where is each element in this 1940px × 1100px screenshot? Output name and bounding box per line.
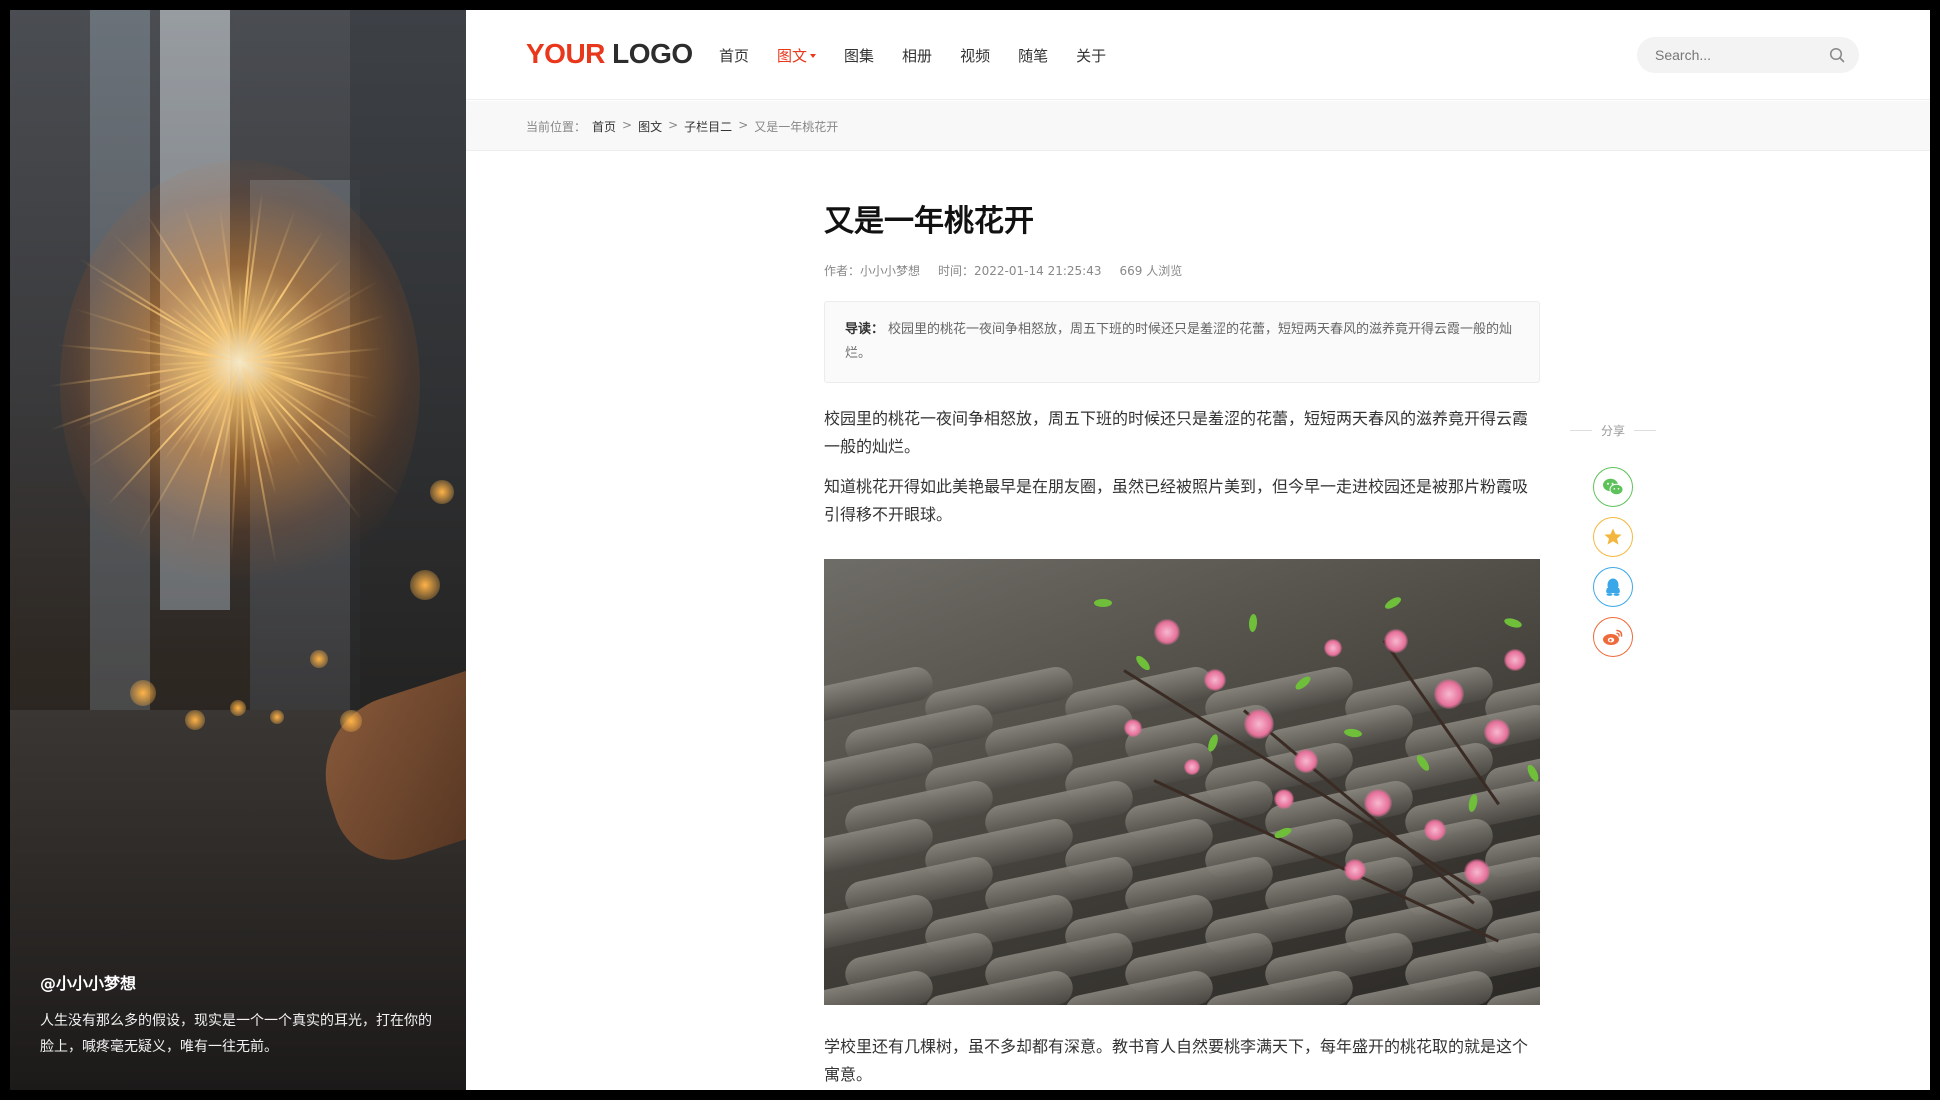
article-paragraph: 知道桃花开得如此美艳最早是在朋友圈，虽然已经被照片美到，但今早一走进校园还是被那… — [824, 477, 1529, 524]
share-weibo-button[interactable] — [1593, 617, 1633, 657]
nav-item-about[interactable]: 关于 — [1076, 45, 1106, 66]
peach-blossom — [1484, 719, 1510, 745]
article-paragraph: 校园里的桃花一夜间争相怒放，周五下班的时候还只是羞涩的花蕾，短短两天春风的滋养竟… — [824, 409, 1529, 456]
bokeh-light — [230, 700, 246, 716]
search-box — [1637, 37, 1859, 73]
breadcrumb-separator: > — [738, 118, 749, 132]
bokeh-light — [430, 480, 454, 504]
main-nav: 首页 图文 图集 相册 视频 随笔 关于 — [719, 45, 1134, 66]
search-icon[interactable] — [1829, 47, 1845, 63]
breadcrumb-item-subcategory[interactable]: 子栏目二 — [684, 118, 732, 135]
star-icon — [1604, 528, 1622, 545]
caret-down-icon — [810, 53, 817, 58]
bokeh-light — [130, 680, 156, 706]
nav-item-articles-label: 图文 — [777, 47, 808, 65]
wechat-icon — [1603, 478, 1624, 496]
leaf — [1503, 616, 1523, 630]
nav-item-gallery[interactable]: 图集 — [844, 45, 874, 66]
breadcrumb-prefix: 当前位置： — [526, 120, 587, 134]
article: 又是一年桃花开 作者：小小小梦想 时间：2022-01-14 21:25:43 … — [824, 151, 1540, 1089]
nav-item-articles[interactable]: 图文 — [777, 45, 817, 66]
breadcrumb-bar: 当前位置： 首页 > 图文 > 子栏目二 > 又是一年桃花开 — [466, 101, 1930, 151]
article-meta: 作者：小小小梦想 时间：2022-01-14 21:25:43 669 人浏览 — [824, 262, 1540, 279]
share-qq-button[interactable] — [1593, 567, 1633, 607]
peach-blossom — [1324, 639, 1342, 657]
article-lead: 导读： 校园里的桃花一夜间争相怒放，周五下班的时候还只是羞涩的花蕾，短短两天春风的… — [824, 301, 1540, 383]
hero-author: @小小小梦想 — [40, 974, 137, 993]
peach-blossom — [1364, 789, 1392, 817]
leaf — [1248, 613, 1258, 633]
site-logo[interactable]: YOUR LOGO — [526, 38, 693, 70]
search-input[interactable] — [1655, 45, 1825, 65]
hero-caption: @小小小梦想 人生没有那么多的假设，现实是一个一个真实的耳光，打在你的脸上，喊疼… — [40, 970, 440, 1060]
peach-blossom — [1124, 719, 1142, 737]
share-label: 分享 — [1570, 422, 1656, 439]
peach-blossom — [1424, 819, 1446, 841]
peach-blossom — [1434, 679, 1464, 709]
bokeh-light — [270, 710, 284, 724]
bokeh-light — [310, 650, 328, 668]
site-header: YOUR LOGO 首页 图文 图集 相册 视频 随笔 关于 — [466, 10, 1930, 100]
share-wechat-button[interactable] — [1593, 467, 1633, 507]
peach-blossom — [1244, 709, 1274, 739]
peach-blossom — [1344, 859, 1366, 881]
leaf — [1094, 599, 1112, 607]
qq-icon — [1606, 578, 1620, 596]
bokeh-light — [410, 570, 440, 600]
logo-text-logo: LOGO — [604, 38, 693, 69]
weibo-icon — [1603, 629, 1623, 645]
breadcrumb-item-current: 又是一年桃花开 — [754, 120, 839, 134]
article-image-peach-blossom — [824, 559, 1540, 1005]
logo-text-your: YOUR — [526, 38, 605, 69]
page: @小小小梦想 人生没有那么多的假设，现实是一个一个真实的耳光，打在你的脸上，喊疼… — [10, 10, 1930, 1090]
peach-blossom — [1504, 649, 1526, 671]
nav-item-album[interactable]: 相册 — [902, 45, 932, 66]
article-lead-label: 导读： — [845, 322, 885, 337]
peach-blossom — [1294, 749, 1318, 773]
article-lead-text: 校园里的桃花一夜间争相怒放，周五下班的时候还只是羞涩的花蕾，短短两天春风的滋养竟… — [845, 322, 1513, 361]
breadcrumb-item-home[interactable]: 首页 — [592, 118, 616, 135]
breadcrumb: 当前位置： 首页 > 图文 > 子栏目二 > 又是一年桃花开 — [526, 118, 844, 135]
bokeh-light — [340, 710, 362, 732]
leaf — [1383, 594, 1403, 612]
peach-blossom — [1464, 859, 1490, 885]
bokeh-light — [185, 710, 205, 730]
peach-blossom — [1384, 629, 1408, 653]
nav-item-notes[interactable]: 随笔 — [1018, 45, 1048, 66]
article-author: 作者：小小小梦想 — [824, 264, 921, 278]
nav-item-video[interactable]: 视频 — [960, 45, 990, 66]
breadcrumb-separator: > — [668, 118, 679, 132]
share-favorite-button[interactable] — [1593, 517, 1633, 557]
article-time: 时间：2022-01-14 21:25:43 — [938, 264, 1102, 278]
leaf — [1133, 653, 1153, 673]
share-panel: 分享 — [1570, 422, 1656, 657]
peach-blossom — [1204, 669, 1226, 691]
nav-item-home[interactable]: 首页 — [719, 45, 749, 66]
article-title: 又是一年桃花开 — [824, 204, 1034, 239]
peach-blossom — [1274, 789, 1294, 809]
hero-sparkler-image: @小小小梦想 人生没有那么多的假设，现实是一个一个真实的耳光，打在你的脸上，喊疼… — [10, 10, 466, 1090]
breadcrumb-separator: > — [622, 118, 633, 132]
peach-blossom — [1184, 759, 1200, 775]
peach-blossom — [1154, 619, 1180, 645]
hero-quote: 人生没有那么多的假设，现实是一个一个真实的耳光，打在你的脸上，喊疼毫无疑义，唯有… — [40, 1013, 432, 1055]
article-paragraph: 学校里还有几棵树，虽不多却都有深意。教书育人自然要桃李满天下，每年盛开的桃花取的… — [824, 1037, 1529, 1084]
article-views: 669 人浏览 — [1119, 264, 1183, 278]
breadcrumb-item-articles[interactable]: 图文 — [638, 118, 662, 135]
